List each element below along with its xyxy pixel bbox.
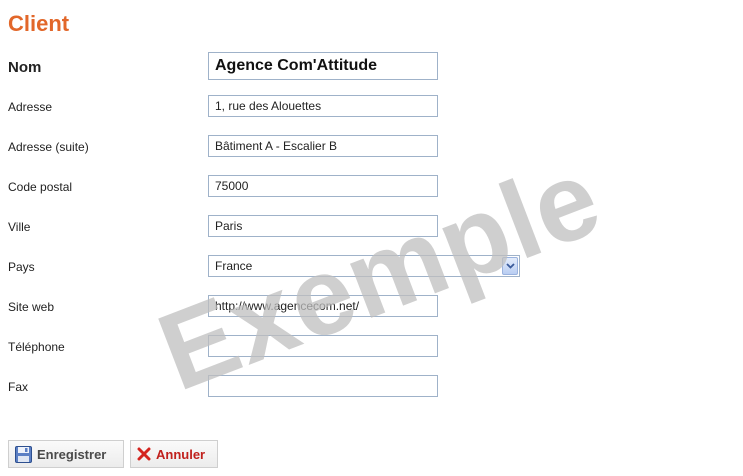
dropdown-button[interactable] (502, 257, 518, 275)
cancel-button[interactable]: Annuler (130, 440, 218, 468)
label-adresse-suite: Adresse (suite) (8, 140, 89, 154)
row-pays: Pays France (8, 255, 728, 279)
row-nom: Nom (8, 52, 728, 80)
site-web-input[interactable] (208, 295, 438, 317)
adresse-suite-input[interactable] (208, 135, 438, 157)
floppy-disk-icon (15, 445, 32, 463)
row-site-web: Site web (8, 295, 728, 319)
close-icon (137, 447, 151, 461)
save-button[interactable]: Enregistrer (8, 440, 124, 468)
nom-input[interactable] (208, 52, 438, 80)
row-adresse: Adresse (8, 95, 728, 119)
pays-selected-value: France (215, 259, 253, 273)
row-fax: Fax (8, 375, 728, 399)
cancel-button-label: Annuler (156, 446, 206, 462)
label-telephone: Téléphone (8, 340, 65, 354)
client-form-page: Client Nom Adresse Adresse (suite) Code … (0, 0, 743, 476)
row-telephone: Téléphone (8, 335, 728, 359)
label-pays: Pays (8, 260, 35, 274)
code-postal-input[interactable] (208, 175, 438, 197)
chevron-down-icon (505, 263, 515, 269)
pays-select[interactable]: France (208, 255, 520, 277)
adresse-input[interactable] (208, 95, 438, 117)
label-site-web: Site web (8, 300, 55, 314)
label-ville: Ville (8, 220, 31, 234)
row-ville: Ville (8, 215, 728, 239)
row-adresse-suite: Adresse (suite) (8, 135, 728, 159)
label-code-postal: Code postal (8, 180, 73, 194)
page-title: Client (8, 11, 70, 36)
label-adresse: Adresse (8, 100, 53, 114)
label-fax: Fax (8, 380, 29, 394)
telephone-input[interactable] (208, 335, 438, 357)
save-button-label: Enregistrer (37, 446, 107, 462)
label-nom: Nom (8, 59, 42, 76)
fax-input[interactable] (208, 375, 438, 397)
row-code-postal: Code postal (8, 175, 728, 199)
ville-input[interactable] (208, 215, 438, 237)
